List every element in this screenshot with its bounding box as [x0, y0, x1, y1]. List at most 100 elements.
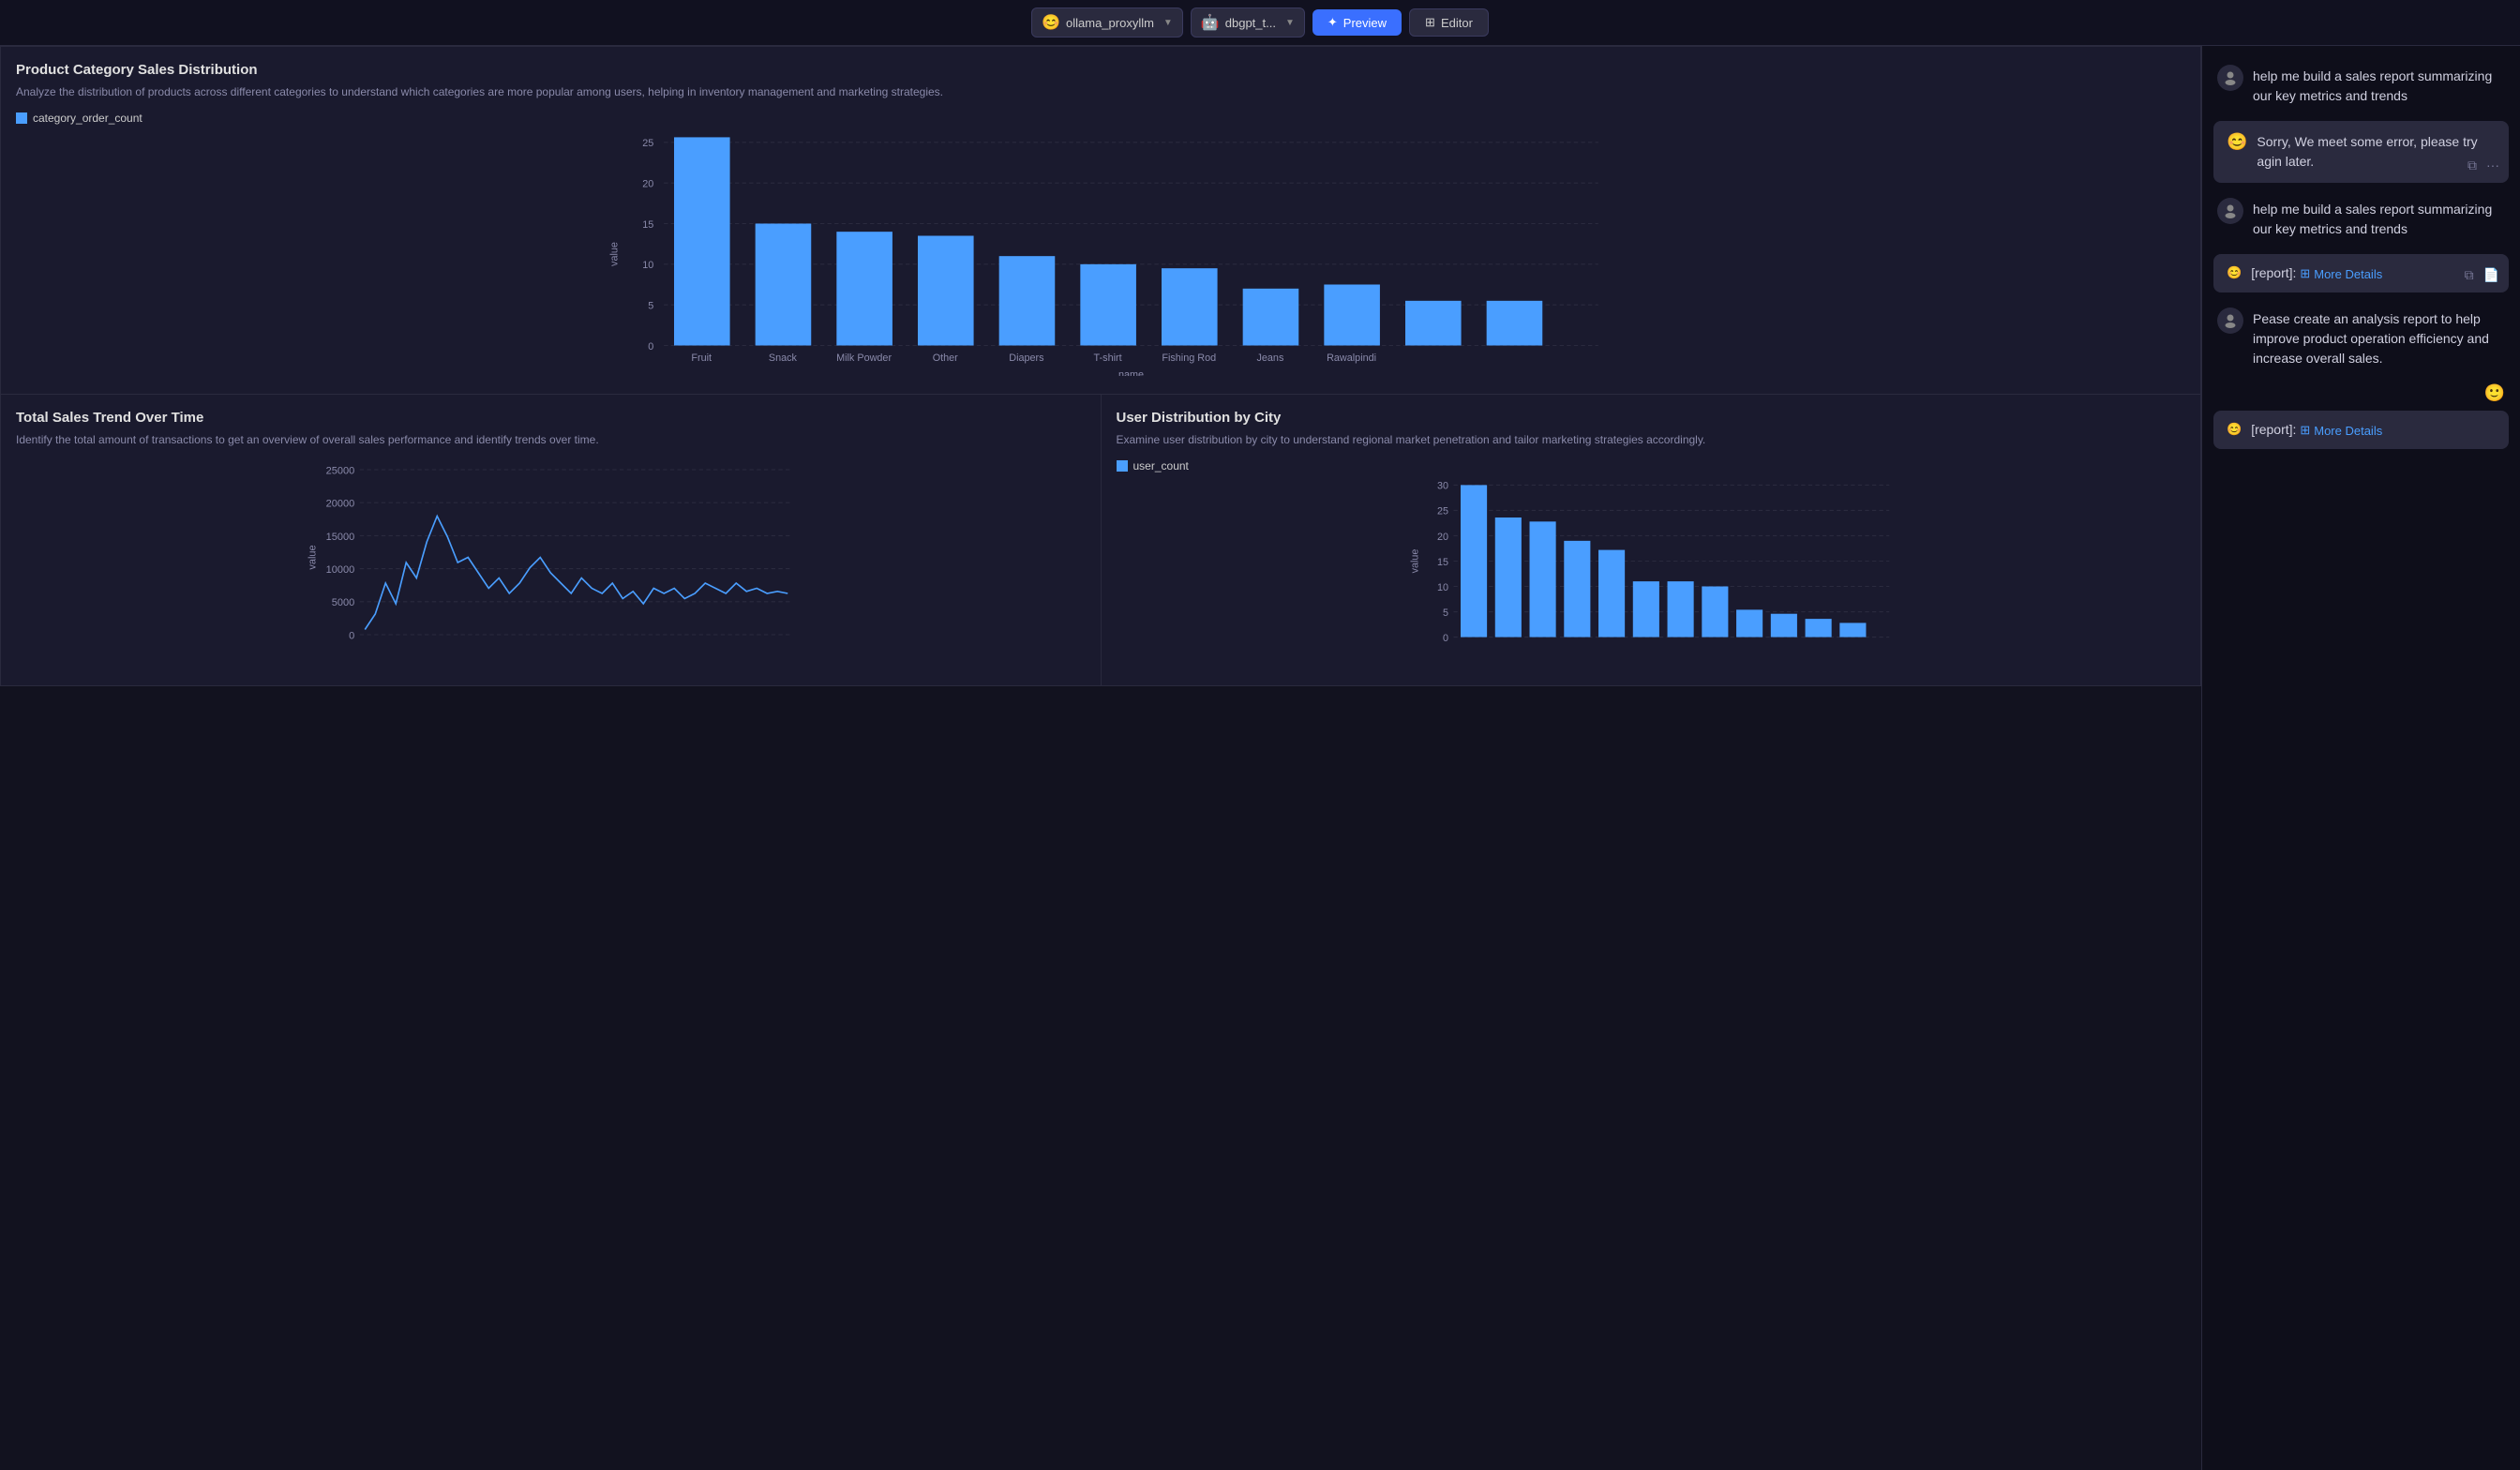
- svg-text:15000: 15000: [326, 532, 355, 543]
- model2-selector[interactable]: 🤖 dbgpt_t... ▼: [1191, 8, 1305, 38]
- bot-msg-2-text: Sorry, We meet some error, please try ag…: [2257, 132, 2496, 172]
- editor-button[interactable]: ⊞ Editor: [1409, 8, 1489, 37]
- bar-c8: [1702, 587, 1728, 638]
- report-content-4: [report]: ⊞ More Details: [2251, 265, 2496, 281]
- copy-icon-4[interactable]: ⧉: [2465, 267, 2474, 283]
- svg-text:5000: 5000: [332, 597, 354, 608]
- charts-area: Product Category Sales Distribution Anal…: [0, 46, 2201, 1470]
- emoji-reaction-icon[interactable]: 🙂: [2484, 383, 2505, 403]
- more-details-label-6: More Details: [2314, 424, 2382, 438]
- report-link-6[interactable]: ⊞ More Details: [2300, 423, 2382, 438]
- bar-c10: [1770, 614, 1796, 638]
- chat-msg-3: help me build a sales report summarizing…: [2213, 190, 2509, 247]
- svg-text:25: 25: [642, 138, 653, 149]
- legend-label-1: category_order_count: [33, 112, 142, 125]
- svg-text:10: 10: [1437, 582, 1448, 593]
- model2-emoji: 🤖: [1201, 13, 1220, 32]
- svg-text:5: 5: [648, 301, 653, 312]
- chart-card-1: Product Category Sales Distribution Anal…: [0, 46, 2201, 395]
- legend-label-3: user_count: [1133, 459, 1189, 472]
- copy-icon[interactable]: ⧉: [2468, 158, 2477, 173]
- chart3-title: User Distribution by City: [1117, 410, 2186, 426]
- user-avatar-3: [2217, 198, 2243, 224]
- chart1-title: Product Category Sales Distribution: [16, 62, 2185, 78]
- bar-c5: [1598, 550, 1625, 638]
- chat-msg-6: 😊 [report]: ⊞ More Details: [2213, 411, 2509, 449]
- user-msg-3-text: help me build a sales report summarizing…: [2253, 198, 2505, 239]
- svg-text:20000: 20000: [326, 499, 355, 510]
- sidebar: help me build a sales report summarizing…: [2201, 46, 2520, 1470]
- model1-selector[interactable]: 😊 ollama_proxyllm ▼: [1031, 8, 1183, 38]
- person-icon: [2223, 70, 2238, 85]
- svg-text:25000: 25000: [326, 465, 355, 476]
- bar-c2: [1494, 518, 1521, 638]
- chart-card-3: User Distribution by City Examine user d…: [1101, 395, 2202, 686]
- bar-c4: [1564, 541, 1590, 638]
- model1-chevron-icon: ▼: [1163, 18, 1173, 28]
- svg-text:Fruit: Fruit: [691, 352, 712, 364]
- more-details-label-4: More Details: [2314, 267, 2382, 281]
- chart-card-2: Total Sales Trend Over Time Identify the…: [0, 395, 1101, 686]
- svg-text:value: value: [608, 242, 620, 266]
- chart1-container: 25 20 15 10 5 0 value Fruit Snack: [16, 132, 2185, 379]
- svg-text:0: 0: [1443, 633, 1448, 644]
- sales-trend-line: [365, 517, 788, 630]
- bar-tshirt: [1080, 264, 1136, 346]
- more-icon[interactable]: ···: [2486, 158, 2499, 173]
- bar-rawalpindi: [1324, 285, 1380, 346]
- chat-msg-4: 😊 [report]: ⊞ More Details ⧉ 📄: [2213, 254, 2509, 292]
- preview-button[interactable]: ✦ Preview: [1312, 9, 1402, 36]
- person-icon-3: [2223, 313, 2238, 328]
- bar-c6: [1632, 581, 1658, 637]
- svg-text:30: 30: [1437, 481, 1448, 492]
- user-msg-5-text: Pease create an analysis report to help …: [2253, 308, 2505, 368]
- bar-c3: [1529, 521, 1555, 637]
- chart2-desc: Identify the total amount of transaction…: [16, 431, 1086, 448]
- bottom-charts: Total Sales Trend Over Time Identify the…: [0, 395, 2201, 686]
- bar-c11: [1805, 619, 1831, 637]
- svg-text:20: 20: [642, 179, 653, 190]
- svg-text:Milk Powder: Milk Powder: [836, 352, 892, 364]
- svg-text:10: 10: [642, 260, 653, 271]
- chart2-svg: 25000 20000 15000 10000 5000 0 value: [16, 459, 1086, 666]
- bar-fruit: [674, 137, 730, 345]
- svg-text:0: 0: [648, 341, 653, 352]
- bar-milk: [836, 232, 892, 345]
- bar-other: [918, 236, 974, 346]
- legend-color-1: [16, 112, 27, 124]
- chart3-legend: user_count: [1117, 459, 2186, 472]
- svg-text:0: 0: [349, 630, 354, 641]
- user-avatar-1: [2217, 65, 2243, 91]
- chart1-svg: 25 20 15 10 5 0 value Fruit Snack: [16, 132, 2185, 376]
- svg-text:Diapers: Diapers: [1009, 352, 1044, 364]
- chat-msg-5: Pease create an analysis report to help …: [2213, 300, 2509, 376]
- chart2-container: 25000 20000 15000 10000 5000 0 value: [16, 459, 1086, 668]
- user-avatar-5: [2217, 308, 2243, 334]
- svg-text:Snack: Snack: [769, 352, 798, 364]
- svg-text:25: 25: [1437, 506, 1448, 518]
- bar-c1: [1461, 485, 1487, 637]
- table-icon-6: ⊞: [2300, 423, 2310, 438]
- document-icon-4[interactable]: 📄: [2483, 267, 2499, 283]
- bot-avatar-2: 😊: [2227, 132, 2247, 172]
- legend-color-3: [1117, 460, 1128, 472]
- report-msg-4-actions: ⧉ 📄: [2465, 267, 2499, 283]
- bar-diapers: [999, 256, 1056, 345]
- svg-text:T-shirt: T-shirt: [1094, 352, 1122, 364]
- chat-msg-2: 😊 Sorry, We meet some error, please try …: [2213, 121, 2509, 183]
- bar-snack: [756, 224, 812, 346]
- bar-fishing: [1162, 268, 1218, 345]
- preview-label: Preview: [1343, 16, 1387, 30]
- bar-c9: [1736, 609, 1762, 637]
- report-link-4[interactable]: ⊞ More Details: [2300, 266, 2382, 281]
- chart3-container: 30 25 20 15 10 5 0 value: [1117, 480, 2186, 670]
- chart1-desc: Analyze the distribution of products acr…: [16, 83, 2185, 100]
- svg-text:Rawalpindi: Rawalpindi: [1327, 352, 1376, 364]
- table-icon-4: ⊞: [2300, 266, 2310, 281]
- main-layout: Product Category Sales Distribution Anal…: [0, 46, 2520, 1470]
- person-icon-2: [2223, 203, 2238, 218]
- report-content-6: [report]: ⊞ More Details: [2251, 422, 2496, 438]
- bar-c7: [1667, 581, 1693, 637]
- bar-extra1: [1405, 301, 1462, 346]
- editor-label: Editor: [1441, 16, 1473, 30]
